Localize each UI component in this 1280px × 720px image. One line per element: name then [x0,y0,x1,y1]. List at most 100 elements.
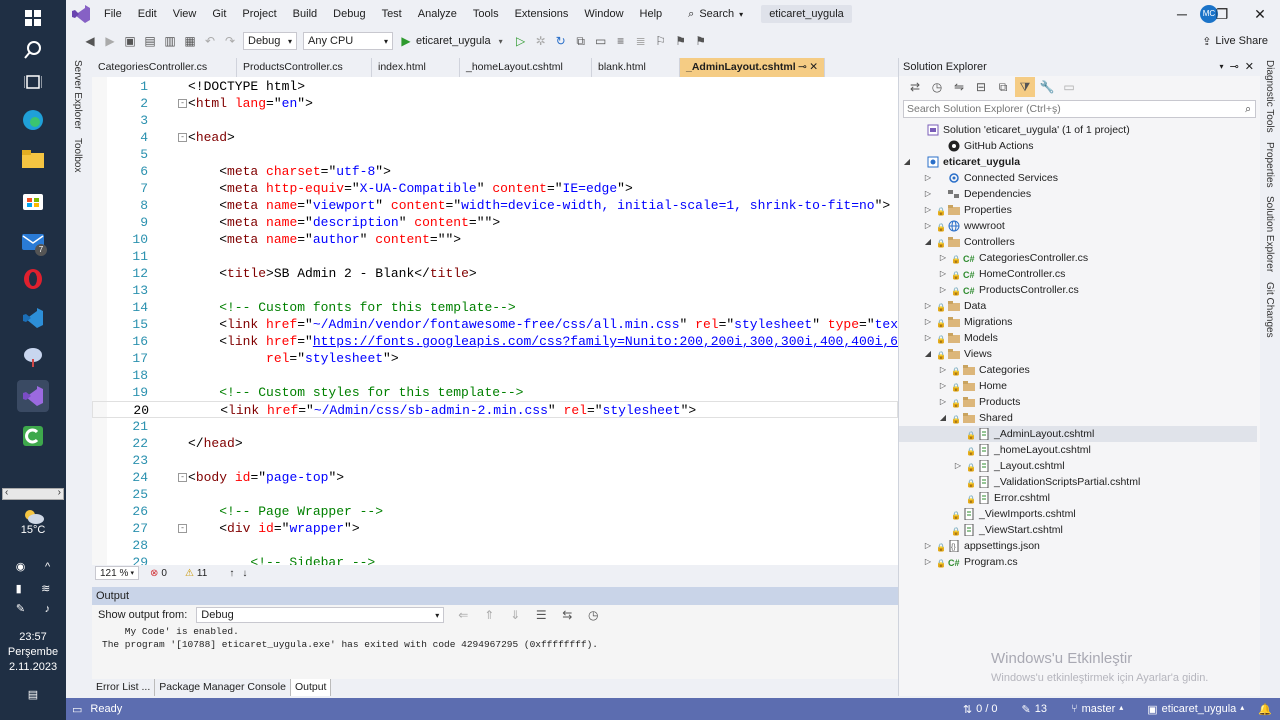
pen-icon[interactable]: ✎ [16,602,25,617]
tree-item[interactable]: 🔒 _ViewStart.cshtml [899,522,1257,538]
pin-icon[interactable]: ⊸ [1230,58,1239,76]
expanded-caret-icon[interactable]: ◢ [924,234,932,250]
collapsed-caret-icon[interactable]: ▷ [924,298,932,314]
tree-item[interactable]: ▷ 🔒 C# CategoriesController.cs [899,250,1257,266]
collapsed-caret-icon[interactable]: ▷ [924,218,932,234]
sync-icon[interactable]: ⇋ [949,77,969,97]
tree-item[interactable]: 🔒 _AdminLayout.cshtml [899,426,1257,442]
minimize-button[interactable]: ─ [1164,0,1200,28]
tree-item[interactable]: ▷ 🔒 _Layout.cshtml [899,458,1257,474]
code-line[interactable]: 12 <title>SB Admin 2 - Blank</title> [92,265,898,282]
bookmark-prev-icon[interactable]: ⚑ [671,31,691,51]
battery-icon[interactable]: ▮ [16,582,22,597]
tree-item[interactable]: ▷ 🔒 Data [899,298,1257,314]
server-explorer-tab[interactable]: Server Explorer [72,60,83,129]
notification-icon[interactable]: ▤ [0,688,66,703]
bookmark-icon[interactable]: ⚐ [651,31,671,51]
menu-test[interactable]: Test [374,0,410,28]
collapsed-caret-icon[interactable]: ▷ [924,554,932,570]
code-line[interactable]: 1 <!DOCTYPE html> [92,78,898,95]
menu-debug[interactable]: Debug [325,0,373,28]
mail-icon[interactable]: 7 [17,226,49,258]
menu-window[interactable]: Window [576,0,631,28]
tree-item[interactable]: ▷ 🔒 Products [899,394,1257,410]
solution-explorer-tab[interactable]: Solution Explorer [1264,196,1275,272]
branch-indicator[interactable]: ⑂ master ▴ [1071,703,1123,715]
code-line[interactable]: 20 <link href="~/Admin/css/sb-admin-2.mi… [92,401,898,418]
expanded-caret-icon[interactable]: ◢ [939,410,947,426]
code-line[interactable]: 16 <link href="https://fonts.googleapis.… [92,333,898,350]
search-menu[interactable]: ⌕ Search ▾ [680,8,751,21]
forward-nav-icon[interactable]: ▶ [100,31,120,51]
undo-icon[interactable]: ↶ [200,31,220,51]
code-line[interactable]: 3 [92,112,898,129]
visual-studio-icon[interactable] [17,380,49,412]
close-icon[interactable]: ✕ [809,58,818,77]
warnings-indicator[interactable]: ⚠ 11 [185,568,207,579]
fold-toggle-icon[interactable]: - [178,524,187,533]
tab-output[interactable]: Output [290,679,332,696]
fold-toggle-icon[interactable]: - [178,99,187,108]
chevron-right-icon[interactable]: › [58,487,61,498]
code-line[interactable]: 25 [92,486,898,503]
tree-item[interactable]: ▷ 🔒 C# Program.cs [899,554,1257,570]
tree-item[interactable]: ▷ 🔒 C# ProductsController.cs [899,282,1257,298]
code-line[interactable]: 22 </head> [92,435,898,452]
refresh-icon[interactable]: ↻ [551,31,571,51]
code-line[interactable]: 23 [92,452,898,469]
repo-indicator[interactable]: ▣ eticaret_uygula ▴ [1147,703,1244,716]
hot-reload-icon[interactable]: ✲ [531,31,551,51]
timestamp-icon[interactable]: ◷ [583,605,603,625]
tree-item[interactable]: ◢ 🔒 Views [899,346,1257,362]
code-line[interactable]: 7 <meta http-equiv="X-UA-Compatible" con… [92,180,898,197]
collapsed-caret-icon[interactable]: ▷ [939,250,947,266]
edge-browser-icon[interactable] [17,104,49,136]
collapsed-caret-icon[interactable]: ▷ [924,186,932,202]
code-line[interactable]: 15 <link href="~/Admin/vendor/fontawesom… [92,316,898,333]
toolbox-tab[interactable]: Toolbox [72,138,83,172]
clock[interactable]: 23:57 Perşembe 2.11.2023 [0,630,66,675]
save-all-icon[interactable]: ▦ [180,31,200,51]
switch-views-icon[interactable]: ⇄ [905,77,925,97]
code-line[interactable]: 17 rel="stylesheet"> [92,350,898,367]
word-wrap-icon[interactable]: ⇆ [557,605,577,625]
menu-git[interactable]: Git [204,0,234,28]
tree-item[interactable]: ▷ 🔒 Migrations [899,314,1257,330]
menu-view[interactable]: View [165,0,205,28]
menu-build[interactable]: Build [285,0,325,28]
comment-icon[interactable]: ≡ [611,31,631,51]
tree-item[interactable]: GitHub Actions [899,138,1257,154]
next-message-icon[interactable]: ⇓ [505,605,525,625]
close-window-button[interactable]: ✕ [1242,0,1278,28]
solution-name-badge[interactable]: eticaret_uygula [761,5,852,23]
code-line[interactable]: 6 <meta charset="utf-8"> [92,163,898,180]
menu-analyze[interactable]: Analyze [410,0,465,28]
changes-indicator[interactable]: ⇅ 0 / 0 [963,703,998,716]
code-line[interactable]: 26 <!-- Page Wrapper --> [92,503,898,520]
run-icon[interactable]: ▶ [396,31,416,51]
code-line[interactable]: 18 [92,367,898,384]
diagnostic-tools-tab[interactable]: Diagnostic Tools [1264,60,1275,133]
arrow-down-icon[interactable]: ↓ [242,568,247,579]
close-icon[interactable]: ✕ [1245,58,1254,76]
collapsed-caret-icon[interactable]: ▷ [924,170,932,186]
live-share-button[interactable]: ⇪ Live Share [1202,35,1268,48]
collapsed-caret-icon[interactable]: ▷ [939,362,947,378]
filter-icon[interactable]: ⧩ [1015,77,1035,97]
code-line[interactable]: 27 - <div id="wrapper"> [92,520,898,537]
tab-admin-layout[interactable]: _AdminLayout.cshtml ⊸ ✕ [680,58,825,77]
pending-changes-icon[interactable]: ◷ [927,77,947,97]
tab-blank-html[interactable]: blank.html [592,58,680,77]
code-line[interactable]: 2 - <html lang="en"> [92,95,898,112]
menu-edit[interactable]: Edit [130,0,165,28]
pin-icon[interactable]: ⊸ [798,58,807,77]
tree-item[interactable]: 🔒 Error.cshtml [899,490,1257,506]
back-nav-icon[interactable]: ◀ [80,31,100,51]
find-message-icon[interactable]: ⇐ [453,605,473,625]
menu-file[interactable]: File [96,0,130,28]
collapsed-caret-icon[interactable]: ▷ [939,282,947,298]
collapsed-caret-icon[interactable]: ▷ [924,538,932,554]
collapsed-caret-icon[interactable]: ▷ [939,394,947,410]
git-changes-tab[interactable]: Git Changes [1264,282,1275,338]
store-icon[interactable] [17,184,49,216]
